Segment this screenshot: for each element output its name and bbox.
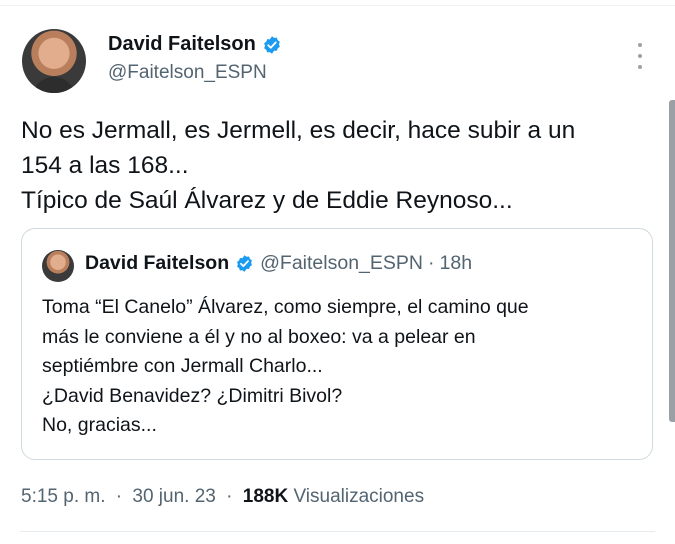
quoted-author-handle: @Faitelson_ESPN: [260, 252, 423, 274]
tweet-text-line: 154 a las 168...: [21, 152, 189, 179]
quoted-text-line: más le conviene a él y no al boxeo: va a…: [42, 325, 476, 348]
separator-dot: ·: [428, 252, 435, 274]
quoted-author-avatar: [42, 250, 74, 282]
quoted-text-line: No, gracias...: [42, 414, 157, 436]
tweet-time[interactable]: 5:15 p. m.: [21, 486, 106, 507]
tweet-text: No es Jermall, es Jermell, es decir, hac…: [21, 113, 651, 218]
top-divider: [0, 5, 675, 6]
views-count[interactable]: 188K: [243, 486, 288, 507]
author-avatar[interactable]: [22, 29, 86, 93]
quoted-text-line: ¿David Benavidez? ¿Dimitri Bivol?: [42, 384, 343, 407]
author-name-row: David Faitelson: [108, 33, 282, 56]
tweet-text-line: Típico de Saúl Álvarez y de Eddie Reynos…: [21, 187, 513, 214]
quoted-author-name: David Faitelson: [85, 252, 230, 274]
quoted-tweet-card[interactable]: David Faitelson @Faitelson_ESPN · 18h To…: [21, 228, 653, 460]
quoted-timestamp: 18h: [439, 252, 473, 274]
verified-badge-icon: [263, 35, 280, 54]
quoted-text-line: septiémbre con Jermall Charlo...: [42, 355, 323, 377]
views-label[interactable]: Visualizaciones: [293, 486, 424, 507]
quoted-tweet-header: David Faitelson @Faitelson_ESPN · 18h: [85, 252, 472, 275]
separator-dot: ·: [226, 486, 233, 507]
author-handle[interactable]: @Faitelson_ESPN: [108, 62, 267, 84]
more-options-icon[interactable]: [636, 43, 644, 69]
bottom-divider: [20, 531, 655, 532]
author-name[interactable]: David Faitelson: [108, 33, 256, 56]
separator-dot: ·: [115, 486, 123, 507]
verified-badge-icon: [237, 255, 253, 272]
tweet-date[interactable]: 30 jun. 23: [132, 486, 215, 507]
scrollbar[interactable]: [669, 100, 675, 422]
quoted-tweet-text: Toma “El Canelo” Álvarez, como siempre, …: [42, 293, 529, 441]
quoted-text-line: Toma “El Canelo” Álvarez, como siempre, …: [42, 296, 529, 318]
tweet-metadata: 5:15 p. m. · 30 jun. 23 · 188K Visualiza…: [21, 486, 424, 508]
tweet-text-line: No es Jermall, es Jermell, es decir, hac…: [21, 117, 576, 144]
